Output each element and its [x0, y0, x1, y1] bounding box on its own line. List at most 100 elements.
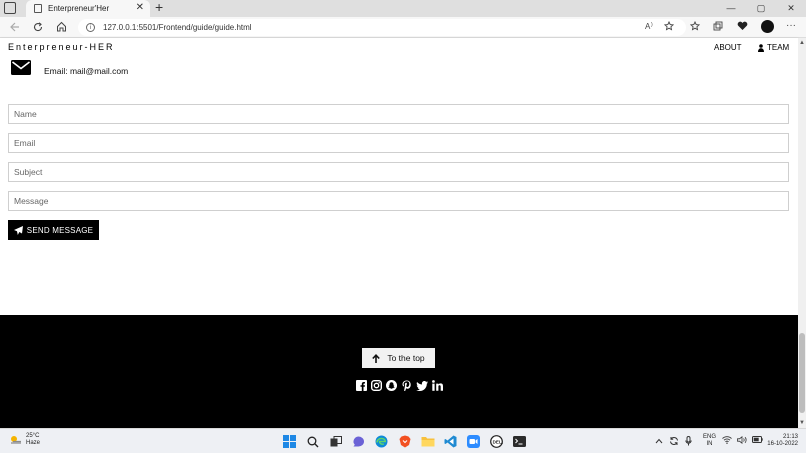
show-hidden-icons-chevron-up-icon[interactable]: [655, 438, 663, 444]
weather-temperature: 25°C: [26, 433, 40, 439]
task-view-button[interactable]: [327, 433, 344, 450]
site-brand[interactable]: Enterpreneur-HER: [8, 42, 115, 52]
task-view-icon: [330, 436, 342, 447]
taskbar-search-button[interactable]: [304, 433, 321, 450]
wifi-icon: [722, 436, 732, 444]
browser-tab-strip: Enterpreneur'Her ✕ + — ▢ ✕: [0, 0, 806, 17]
favorites-icon[interactable]: [690, 21, 700, 31]
contact-section: Email: mail@mail.com SEND MESSAGE: [0, 58, 798, 315]
message-input[interactable]: [8, 191, 789, 211]
nav-team-link[interactable]: TEAM: [758, 43, 789, 52]
send-message-button[interactable]: SEND MESSAGE: [8, 220, 99, 240]
system-tray-icons: [655, 436, 692, 446]
sync-icon[interactable]: [669, 436, 679, 446]
maximize-button[interactable]: ▢: [746, 0, 776, 17]
new-tab-button[interactable]: +: [155, 0, 163, 15]
page-favicon-icon: [34, 4, 42, 13]
vscode-icon: [444, 435, 457, 448]
email-input[interactable]: [8, 133, 789, 153]
back-arrow-icon[interactable]: [10, 22, 20, 32]
weather-widget[interactable]: 25°C Haze: [9, 433, 40, 447]
terminal-icon: [513, 436, 526, 447]
address-bar[interactable]: i 127.0.0.1:5501/Frontend/guide/guide.ht…: [78, 19, 686, 36]
windows-logo-icon: [283, 435, 296, 448]
social-links: [356, 380, 443, 391]
arrow-up-icon: [372, 353, 381, 363]
battery-icon: [752, 436, 763, 443]
nav-team-label: TEAM: [767, 43, 790, 52]
read-aloud-icon[interactable]: A): [645, 21, 655, 31]
chat-icon: [353, 436, 364, 446]
facebook-icon[interactable]: [356, 380, 367, 391]
folder-icon: [421, 437, 434, 447]
settings-more-icon[interactable]: ···: [786, 20, 796, 31]
svg-text:): ): [651, 22, 653, 28]
tab-actions-icon[interactable]: [4, 2, 16, 14]
weather-condition: Haze: [26, 440, 41, 446]
tab-close-icon[interactable]: ✕: [136, 2, 144, 13]
dell-logo-icon: DELL: [490, 435, 503, 448]
send-message-label: SEND MESSAGE: [26, 225, 94, 235]
input-language-indicator[interactable]: ENG IN: [703, 434, 716, 448]
site-footer: To the top: [0, 315, 798, 428]
browser-toolbar: i 127.0.0.1:5501/Frontend/guide/guide.ht…: [0, 17, 806, 38]
home-icon[interactable]: [56, 21, 67, 32]
search-icon: [307, 436, 318, 447]
envelope-icon: [11, 60, 31, 75]
zoom-video-icon: [467, 435, 480, 448]
scroll-down-arrow-icon[interactable]: ▼: [798, 420, 806, 426]
language-region: IN: [706, 441, 713, 447]
page-scrollbar[interactable]: ▲ ▼: [798, 38, 806, 428]
to-the-top-button[interactable]: To the top: [362, 348, 435, 368]
taskbar-zoom-app[interactable]: [465, 433, 482, 450]
extension-heart-icon[interactable]: [737, 21, 748, 31]
volume-icon: [737, 436, 747, 444]
profile-avatar[interactable]: [761, 20, 774, 33]
name-input[interactable]: [8, 104, 789, 124]
tab-title: Enterpreneur'Her: [48, 4, 110, 13]
language-code: ENG: [703, 434, 717, 440]
svg-text:DELL: DELL: [493, 439, 503, 444]
site-header: Enterpreneur-HER ABOUT TEAM: [0, 38, 798, 58]
add-favorite-icon[interactable]: [664, 21, 674, 31]
taskbar-dell-app[interactable]: DELL: [488, 433, 505, 450]
refresh-icon[interactable]: [33, 22, 43, 32]
microphone-icon[interactable]: [685, 436, 692, 446]
taskbar-apps: DELL: [281, 433, 528, 450]
clock-time: 21:13: [782, 434, 798, 440]
paper-plane-icon: [13, 225, 23, 235]
clock-date: 16-10-2022: [767, 441, 798, 447]
to-the-top-label: To the top: [387, 353, 425, 363]
start-button[interactable]: [281, 433, 298, 450]
contact-email: Email: mail@mail.com: [44, 66, 129, 76]
site-info-icon[interactable]: i: [86, 23, 95, 32]
taskbar-brave-app[interactable]: [396, 433, 413, 450]
twitter-icon[interactable]: [416, 380, 428, 391]
window-controls: — ▢ ✕: [716, 0, 806, 17]
browser-tab[interactable]: Enterpreneur'Her ✕: [26, 0, 150, 17]
brave-browser-icon: [399, 435, 410, 448]
subject-input[interactable]: [8, 162, 789, 182]
user-icon: [758, 43, 764, 52]
close-window-button[interactable]: ✕: [776, 0, 806, 17]
collections-icon[interactable]: [713, 21, 723, 31]
snapchat-icon[interactable]: [386, 380, 397, 391]
scroll-up-arrow-icon[interactable]: ▲: [798, 40, 806, 46]
taskbar-vscode-app[interactable]: [442, 433, 459, 450]
linkedin-icon[interactable]: [432, 380, 443, 391]
taskbar-clock[interactable]: 21:13 16-10-2022: [764, 434, 798, 448]
url-text: 127.0.0.1:5501/Frontend/guide/guide.html: [103, 23, 252, 32]
pinterest-icon[interactable]: [401, 380, 412, 391]
taskbar-chat-app[interactable]: [350, 433, 367, 450]
scrollbar-thumb[interactable]: [799, 333, 805, 413]
haze-weather-icon: [11, 436, 21, 444]
taskbar-terminal-app[interactable]: [511, 433, 528, 450]
os-taskbar: 25°C Haze DELL ENG IN 21:13 16-10-2022: [0, 428, 806, 453]
taskbar-edge-app[interactable]: [373, 433, 390, 450]
minimize-button[interactable]: —: [716, 0, 746, 17]
taskbar-file-explorer-app[interactable]: [419, 433, 436, 450]
nav-about-link[interactable]: ABOUT: [714, 43, 742, 52]
instagram-icon[interactable]: [371, 380, 382, 391]
quick-settings[interactable]: [722, 436, 763, 444]
edge-browser-icon: [375, 435, 388, 448]
